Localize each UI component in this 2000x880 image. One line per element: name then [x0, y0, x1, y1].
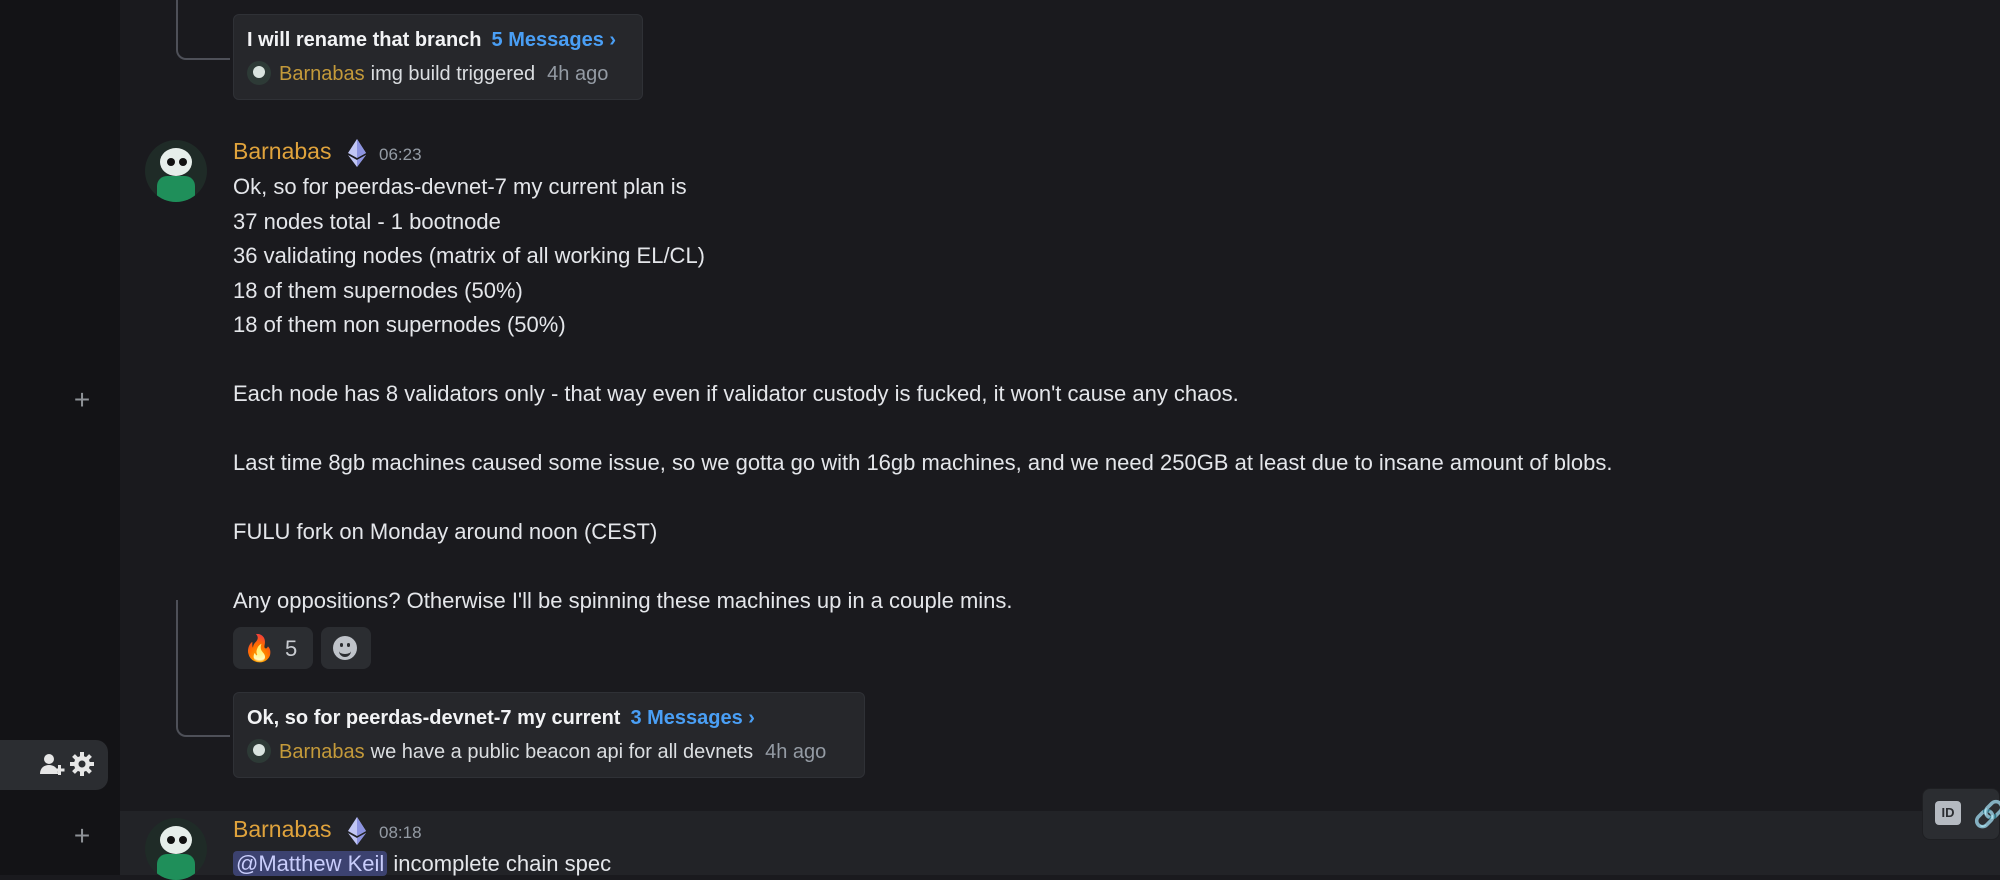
thread-last-author: Barnabas: [279, 741, 365, 763]
message-text: 37 nodes total - 1 bootnode: [233, 209, 501, 234]
id-icon[interactable]: ID: [1935, 801, 1961, 825]
thread-title: Ok, so for peerdas-devnet-7 my current 3 …: [247, 707, 755, 729]
thread-last-text: we have a public beacon api for all devn…: [370, 741, 754, 763]
message-toolbar: ID 🔗: [1922, 788, 2000, 840]
thread-message-count[interactable]: 3 Messages ›: [630, 707, 755, 729]
message-text: 18 of them non supernodes (50%): [233, 312, 566, 337]
thread-last-time: 4h ago: [765, 741, 827, 763]
thread-connector: [176, 600, 230, 737]
thread-last-message: Barnabas img build triggered 4h ago: [247, 61, 608, 86]
message-text: Ok, so for peerdas-devnet-7 my current p…: [233, 174, 687, 199]
message-text: Last time 8gb machines caused some issue…: [233, 450, 1613, 475]
thread-card[interactable]: I will rename that branch 5 Messages › Ba…: [233, 14, 643, 100]
channel-actions-pill: [0, 740, 108, 790]
plus-icon[interactable]: +: [68, 386, 96, 414]
message-text: @Matthew Keil incomplete chain spec: [233, 851, 611, 877]
user-mention[interactable]: @Matthew Keil: [233, 851, 388, 876]
reaction-fire[interactable]: 🔥 5: [233, 627, 313, 669]
thread-last-time: 4h ago: [547, 63, 609, 85]
avatar[interactable]: [145, 140, 207, 202]
message-author[interactable]: Barnabas: [233, 816, 331, 843]
message-text: FULU fork on Monday around noon (CEST): [233, 519, 658, 544]
fire-emoji: 🔥: [243, 633, 276, 663]
ethereum-icon: [348, 817, 366, 845]
message-timestamp: 08:18: [379, 823, 422, 842]
message-text: Each node has 8 validators only - that w…: [233, 381, 1239, 406]
avatar: [247, 739, 271, 763]
message-text: 18 of them supernodes (50%): [233, 278, 523, 303]
thread-connector: [176, 0, 230, 60]
gear-icon[interactable]: [68, 751, 96, 779]
add-user-icon[interactable]: [38, 751, 66, 779]
message-text: 36 validating nodes (matrix of all worki…: [233, 243, 706, 268]
plus-icon[interactable]: +: [68, 822, 96, 850]
message-timestamp: 06:23: [379, 145, 422, 164]
thread-message-count[interactable]: 5 Messages ›: [492, 29, 617, 51]
thread-last-author: Barnabas: [279, 63, 365, 85]
thread-title: I will rename that branch 5 Messages ›: [247, 29, 617, 51]
ethereum-icon: [348, 139, 366, 167]
message-author[interactable]: Barnabas: [233, 138, 331, 165]
reaction-count: 5: [285, 636, 298, 661]
link-icon[interactable]: 🔗: [1973, 799, 2000, 830]
message-text: Any oppositions? Otherwise I'll be spinn…: [233, 588, 1013, 613]
avatar[interactable]: [145, 818, 207, 880]
thread-last-text: img build triggered: [370, 63, 536, 85]
left-rail: + +: [0, 0, 120, 875]
thread-card[interactable]: Ok, so for peerdas-devnet-7 my current 3 …: [233, 692, 865, 778]
thread-last-message: Barnabas we have a public beacon api for …: [247, 739, 826, 764]
add-reaction-button[interactable]: [321, 627, 371, 669]
smile-icon: [333, 636, 357, 660]
avatar: [247, 61, 271, 85]
